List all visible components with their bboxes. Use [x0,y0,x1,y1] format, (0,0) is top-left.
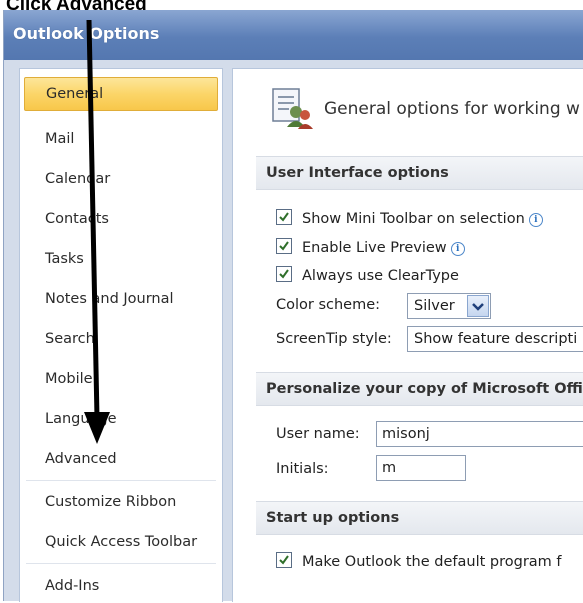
sidebar-item-notes-and-journal[interactable]: Notes and Journal [24,282,218,316]
show-mini-toolbar-label: Show Mini Toolbar on selection [302,211,525,227]
default-program-checkbox[interactable] [276,552,292,568]
color-scheme-value: Silver [414,298,455,314]
checkmark-icon [279,269,289,279]
sidebar-item-advanced[interactable]: Advanced [24,442,218,476]
sidebar-divider [26,480,216,481]
enable-live-preview-checkbox[interactable] [276,238,292,254]
section-user-interface: User Interface options [256,156,583,190]
window-title: Outlook Options [13,24,160,43]
always-cleartype-checkbox[interactable] [276,266,292,282]
show-mini-toolbar-option[interactable]: Show Mini Toolbar on selection i [276,209,543,227]
sidebar-item-contacts[interactable]: Contacts [24,202,218,236]
screentip-style-label: ScreenTip style: [276,331,392,347]
section-startup: Start up options [256,501,583,535]
sidebar-item-customize-ribbon[interactable]: Customize Ribbon [24,485,218,519]
chevron-down-icon[interactable] [467,295,489,317]
content-header: General options for working w [324,99,580,119]
section-personalize: Personalize your copy of Microsoft Offic… [256,372,583,406]
sidebar-item-calendar[interactable]: Calendar [24,162,218,196]
default-program-label: Make Outlook the default program f [302,554,562,570]
sidebar-divider [26,563,216,564]
outlook-options-window: Outlook Options General Mail Calendar Co… [3,10,583,602]
color-scheme-label: Color scheme: [276,297,381,313]
sidebar-item-mobile[interactable]: Mobile [24,362,218,396]
username-input[interactable]: misonj [376,421,583,447]
checkmark-icon [279,241,289,251]
info-icon: i [528,213,543,227]
initials-label: Initials: [276,461,329,477]
always-cleartype-label: Always use ClearType [302,268,459,284]
enable-live-preview-label: Enable Live Preview [302,240,447,256]
sidebar-item-general[interactable]: General [24,77,218,111]
title-bar: Outlook Options [4,10,583,60]
options-content-panel: General options for working w User Inter… [232,68,583,602]
sidebar-item-mail[interactable]: Mail [24,122,218,156]
checkmark-icon [279,555,289,565]
show-mini-toolbar-checkbox[interactable] [276,209,292,225]
enable-live-preview-option[interactable]: Enable Live Preview i [276,238,465,256]
general-options-icon [272,88,313,129]
screentip-style-select[interactable]: Show feature descripti [407,326,583,352]
username-label: User name: [276,426,360,442]
checkmark-icon [279,212,289,222]
color-scheme-select[interactable]: Silver [407,293,491,319]
always-cleartype-option[interactable]: Always use ClearType [276,266,459,284]
sidebar-item-search[interactable]: Search [24,322,218,356]
initials-input[interactable]: m [376,455,466,481]
sidebar-item-tasks[interactable]: Tasks [24,242,218,276]
options-sidebar: General Mail Calendar Contacts Tasks Not… [19,68,223,602]
sidebar-item-add-ins[interactable]: Add-Ins [24,569,218,603]
sidebar-item-language[interactable]: Language [24,402,218,436]
info-icon: i [450,242,465,256]
sidebar-item-quick-access-toolbar[interactable]: Quick Access Toolbar [24,525,218,559]
default-program-option[interactable]: Make Outlook the default program f [276,552,562,570]
